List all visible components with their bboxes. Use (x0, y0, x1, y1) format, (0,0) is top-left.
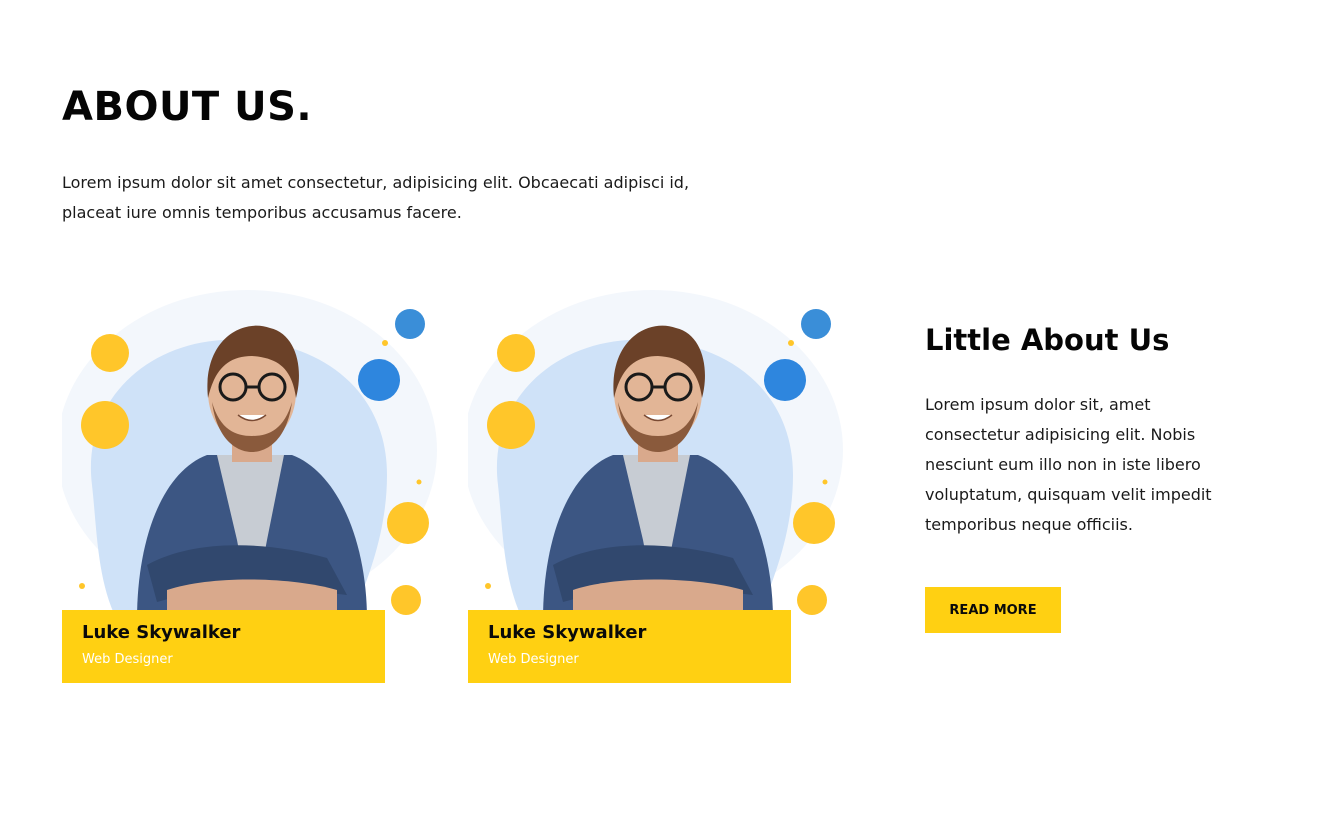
team-member-photo (62, 290, 437, 620)
team-member-photo (468, 290, 843, 620)
nameplate: Luke Skywalker Web Designer (62, 610, 385, 683)
member-name: Luke Skywalker (488, 622, 647, 643)
side-title: Little About Us (925, 323, 1170, 357)
member-name: Luke Skywalker (82, 622, 241, 643)
member-role: Web Designer (82, 652, 173, 667)
nameplate: Luke Skywalker Web Designer (468, 610, 791, 683)
about-section: ABOUT US. Lorem ipsum dolor sit amet con… (0, 0, 1335, 836)
team-card: Luke Skywalker Web Designer (62, 290, 442, 684)
team-card: Luke Skywalker Web Designer (468, 290, 848, 684)
page-title: ABOUT US. (62, 84, 313, 130)
side-paragraph: Lorem ipsum dolor sit, amet consectetur … (925, 395, 1212, 534)
read-more-button[interactable]: READ MORE (925, 587, 1061, 633)
member-role: Web Designer (488, 652, 579, 667)
intro-paragraph: Lorem ipsum dolor sit amet consectetur, … (62, 173, 690, 222)
